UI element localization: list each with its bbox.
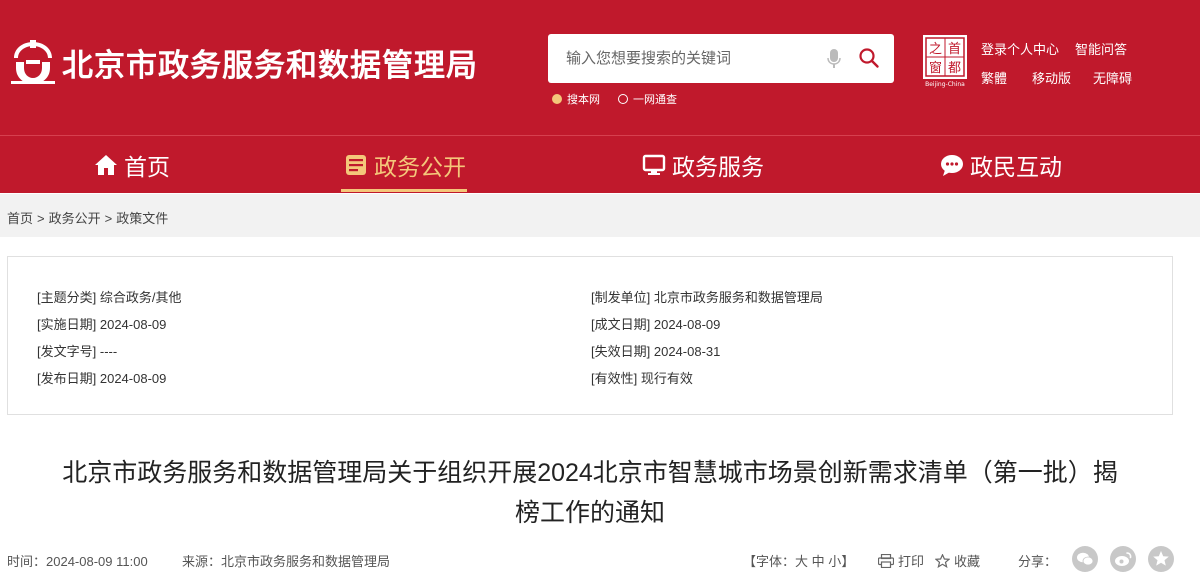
info-item: [实施日期] 2024-08-09: [37, 314, 166, 333]
home-icon: [95, 155, 117, 175]
info-key: [有效性]: [591, 371, 638, 386]
print-label: 打印: [898, 554, 925, 569]
info-key: [实施日期]: [37, 317, 97, 332]
search-icon[interactable]: [858, 47, 880, 69]
info-item: [有效性] 现行有效: [591, 368, 693, 387]
info-value: 2024-08-09: [99, 317, 167, 332]
radio-selected-icon[interactable]: [552, 94, 562, 104]
chat-icon: [941, 155, 963, 176]
nav-label: 首页: [124, 154, 170, 180]
source-label: 来源：: [182, 554, 222, 569]
breadcrumb-separator-icon: >: [37, 211, 45, 226]
microphone-icon[interactable]: [826, 48, 842, 70]
radio-unselected-icon[interactable]: [618, 94, 628, 104]
nav-item-home[interactable]: 首页: [94, 136, 170, 194]
breadcrumb-bar: 首页 > 政务公开 > 政策文件: [0, 194, 1200, 237]
publish-time: 时间：2024-08-09 11:00: [7, 551, 148, 570]
printer-icon: [878, 553, 894, 568]
info-value: 现行有效: [640, 371, 693, 386]
info-key: [制发单位]: [591, 290, 651, 305]
document-title-line: 榜工作的通知: [514, 499, 665, 527]
search-input[interactable]: [548, 34, 818, 83]
document-title: 北京市政务服务和数据管理局关于组织开展2024北京市智慧城市场景创新需求清单（第…: [10, 453, 1170, 533]
monitor-icon: [642, 154, 666, 175]
nav-item-gov-services[interactable]: 政务服务: [642, 136, 764, 194]
print-button[interactable]: 打印: [878, 551, 924, 570]
breadcrumb-separator-icon: >: [104, 211, 113, 226]
capital-caption: Beijing-China: [925, 81, 965, 88]
link-login[interactable]: 登录个人中心: [981, 39, 1059, 58]
info-value: 2024-08-31: [653, 344, 721, 359]
link-mobile[interactable]: 移动版: [1032, 68, 1071, 87]
nav-label: 政民互动: [970, 154, 1062, 180]
document-icon: [346, 155, 366, 175]
publish-source: 来源：北京市政务服务和数据管理局: [182, 551, 390, 570]
info-item: [发文字号] ----: [37, 341, 117, 360]
info-item: [成文日期] 2024-08-09: [591, 314, 720, 333]
info-key: [成文日期]: [591, 317, 651, 332]
font-size-label: 【字体：: [743, 554, 796, 569]
info-value: 2024-08-09: [99, 371, 167, 386]
info-item: [发布日期] 2024-08-09: [37, 368, 166, 387]
info-value: 北京市政务服务和数据管理局: [653, 290, 823, 305]
nav-active-underline: [341, 189, 467, 192]
breadcrumb-gov-open[interactable]: 政务公开: [49, 211, 101, 226]
star-icon: [935, 553, 950, 568]
font-size-large[interactable]: 大: [795, 554, 808, 569]
scope-option-all[interactable]: 一网通查: [618, 92, 677, 106]
scope-label: 搜本网: [567, 94, 600, 106]
info-key: [发布日期]: [37, 371, 97, 386]
qzone-share-icon[interactable]: [1148, 546, 1174, 572]
nav-label: 政务服务: [672, 154, 764, 180]
breadcrumb-home[interactable]: 首页: [7, 211, 33, 226]
time-label: 时间：: [7, 554, 47, 569]
info-key: [主题分类]: [37, 290, 97, 305]
source-value: 北京市政务服务和数据管理局: [221, 554, 391, 569]
weibo-share-icon[interactable]: [1110, 546, 1136, 572]
breadcrumb-policy-docs[interactable]: 政策文件: [116, 211, 168, 226]
time-value: 2024-08-09 11:00: [46, 554, 148, 569]
share-label: 分享：: [1018, 554, 1058, 569]
nav-item-interaction[interactable]: 政民互动: [940, 136, 1062, 194]
capital-char: 之: [929, 42, 942, 57]
info-item: [制发单位] 北京市政务服务和数据管理局: [591, 287, 823, 306]
info-value: 2024-08-09: [653, 317, 721, 332]
site-header: 北京市政务服务和数据管理局 搜本网 一网通查 之 首 窗 都 Beijing-C…: [0, 0, 1200, 135]
info-value: ----: [99, 344, 118, 359]
capital-window-logo-icon[interactable]: 之 首 窗 都 Beijing-China: [922, 34, 968, 88]
capital-char: 都: [948, 61, 961, 76]
info-item: [主题分类] 综合政务/其他: [37, 287, 181, 306]
document-info-panel: [主题分类] 综合政务/其他 [实施日期] 2024-08-09 [发文字号] …: [7, 256, 1173, 415]
favorite-label: 收藏: [954, 554, 981, 569]
link-traditional[interactable]: 繁體: [981, 68, 1007, 87]
font-size-control: 【字体：大 中 小】: [743, 551, 854, 570]
link-smart-qa[interactable]: 智能问答: [1075, 39, 1127, 58]
nav-label: 政务公开: [374, 154, 466, 180]
document-title-line: 北京市政务服务和数据管理局关于组织开展2024北京市智慧城市场景创新需求清单（第…: [62, 459, 1118, 487]
search-box: [548, 34, 894, 83]
font-size-close: 】: [841, 554, 855, 569]
scope-option-site[interactable]: 搜本网: [552, 92, 600, 106]
favorite-button[interactable]: 收藏: [935, 551, 980, 570]
capital-char: 首: [948, 42, 961, 57]
info-value: 综合政务/其他: [99, 290, 182, 305]
link-accessibility[interactable]: 无障碍: [1093, 68, 1132, 87]
capital-char: 窗: [929, 60, 942, 76]
info-item: [失效日期] 2024-08-31: [591, 341, 720, 360]
wechat-share-icon[interactable]: [1072, 546, 1098, 572]
site-logo-icon[interactable]: [8, 38, 58, 86]
breadcrumb: 首页 > 政务公开 > 政策文件: [7, 208, 168, 227]
nav-item-gov-affairs-open[interactable]: 政务公开: [344, 136, 466, 194]
font-size-medium[interactable]: 中: [812, 554, 825, 569]
scope-label: 一网通查: [633, 94, 677, 106]
site-title[interactable]: 北京市政务服务和数据管理局: [62, 40, 478, 85]
info-key: [失效日期]: [591, 344, 651, 359]
info-key: [发文字号]: [37, 344, 97, 359]
font-size-small[interactable]: 小: [828, 554, 841, 569]
main-nav: 首页 政务公开 政务服务 政民互动: [0, 135, 1200, 193]
